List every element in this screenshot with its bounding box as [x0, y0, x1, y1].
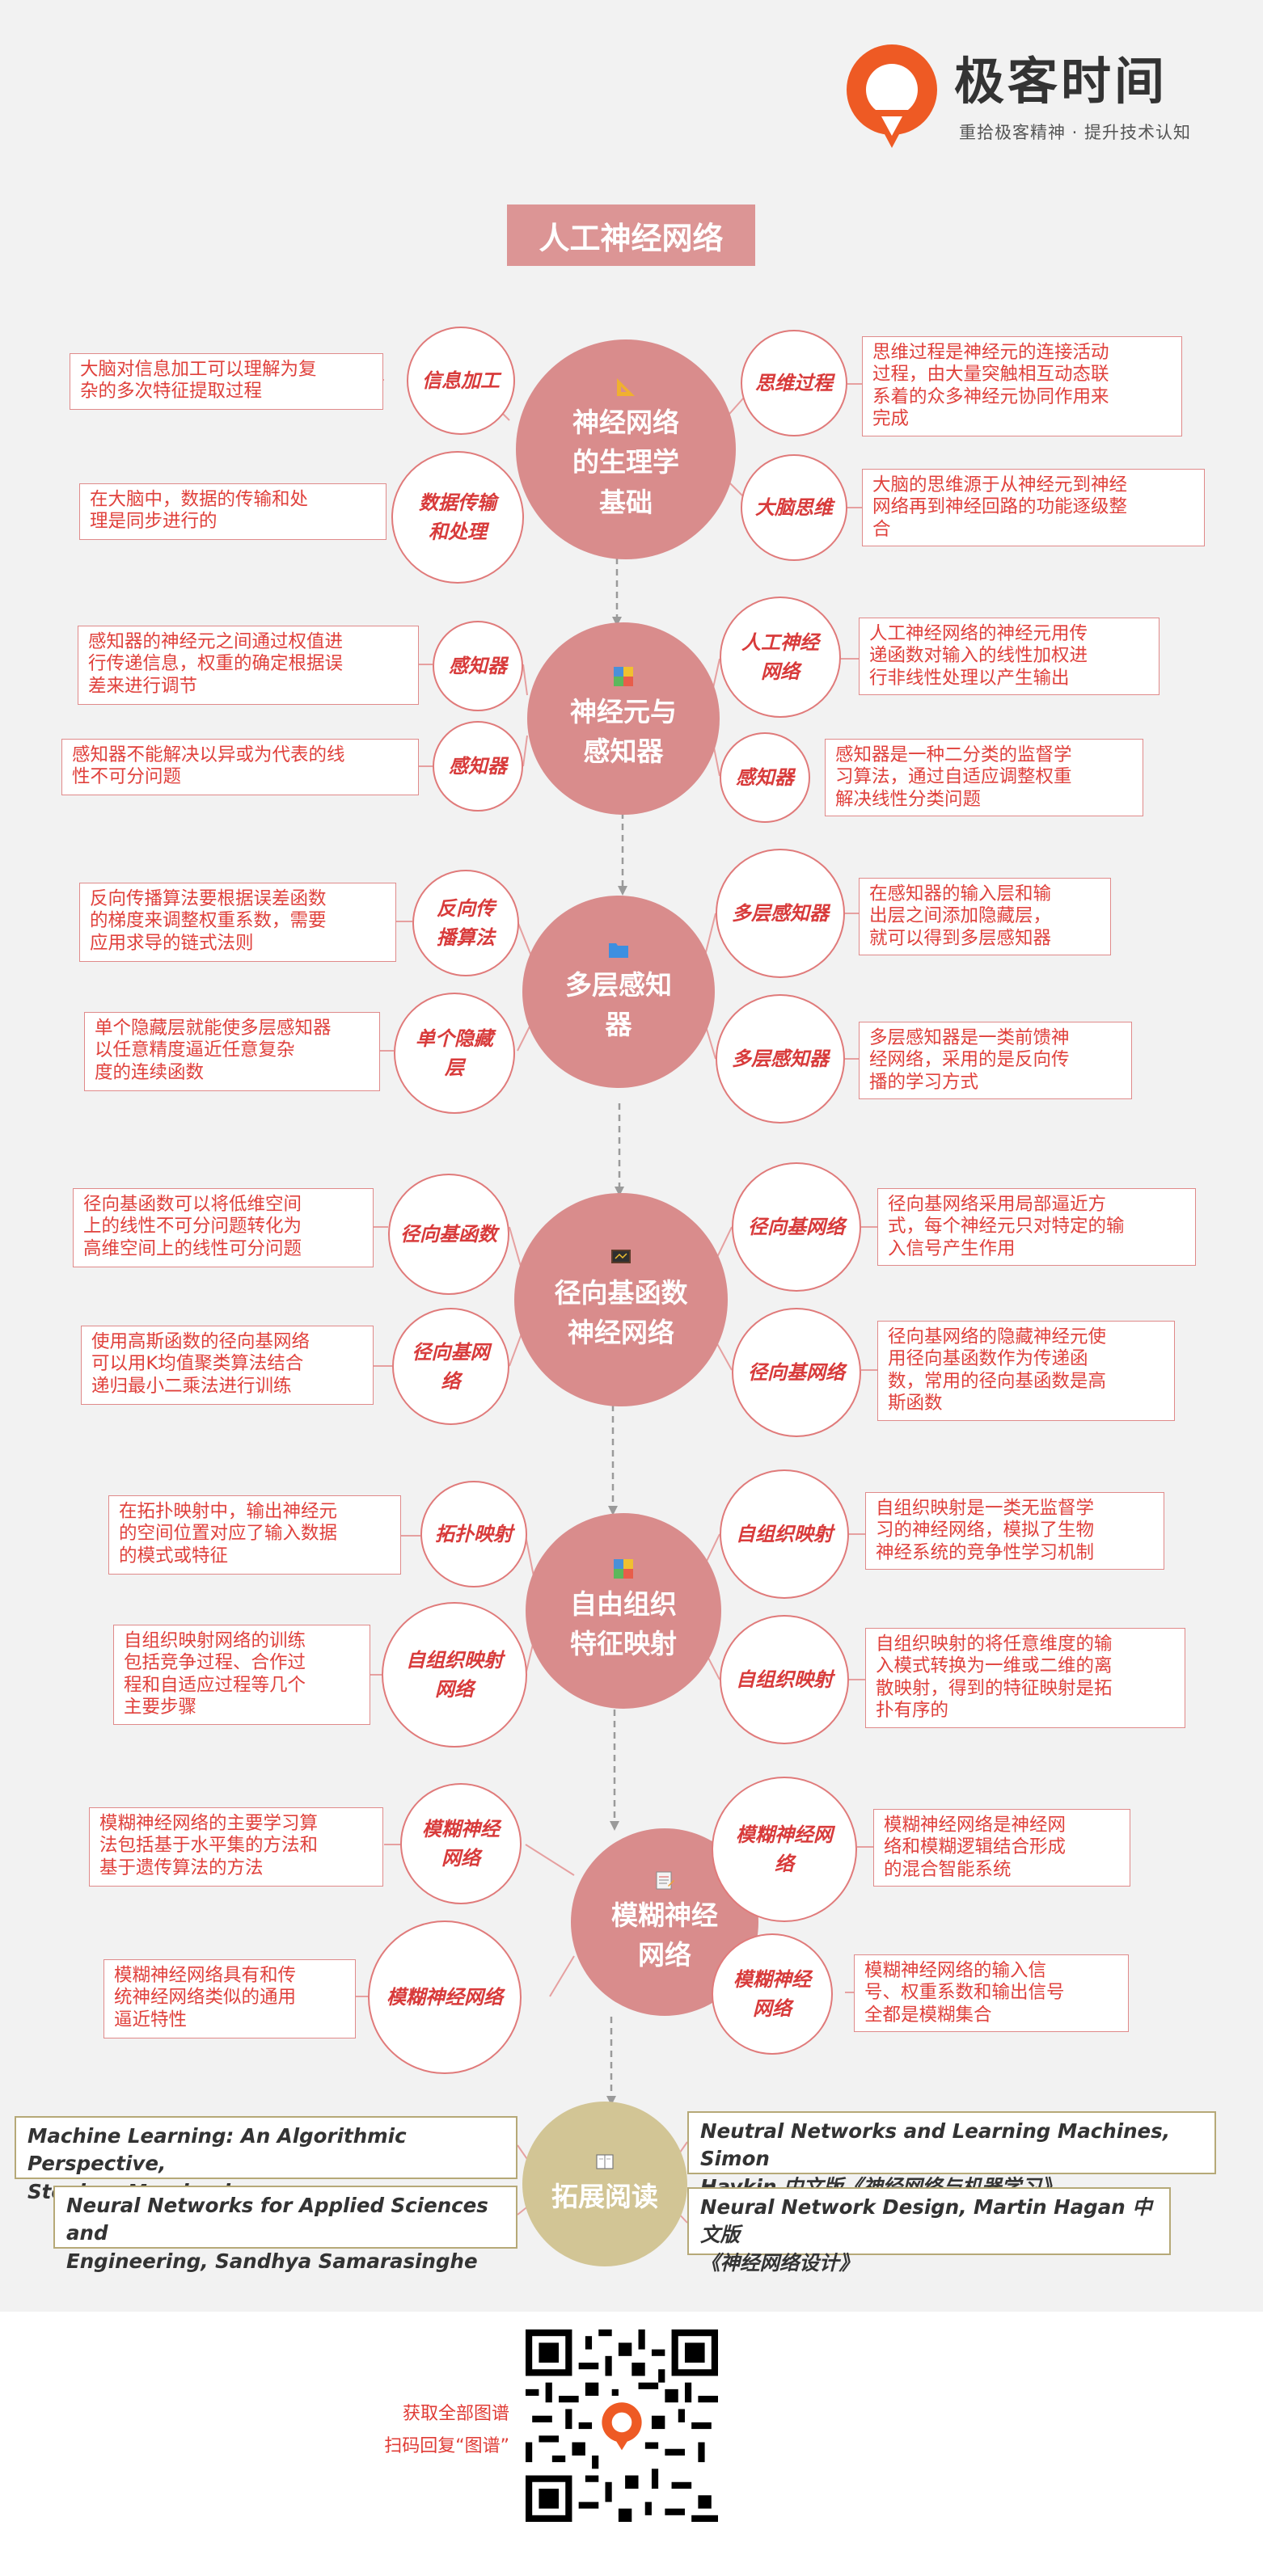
folder-icon [609, 942, 628, 958]
desc-som-training: 自组织映射网络的训练 包括竞争过程、合作过 程和自适应过程等几个 主要步骤 [113, 1625, 370, 1725]
node-rbf-hidden[interactable]: 径向基网络 [732, 1308, 861, 1437]
book-marsland[interactable]: Machine Learning: An Algorithmic Perspec… [15, 2116, 517, 2203]
desc-thinking-process: 思维过程是神经元的连接活动 过程，由大量突触相互动态联 系着的众多神经元协同作用… [862, 336, 1182, 436]
node-som-mapping[interactable]: 自组织映射 [720, 1615, 849, 1744]
node-mlp-hidden-layer[interactable]: 多层感知器 [716, 849, 845, 978]
book-samarasinghe[interactable]: Neural Networks for Applied Sciences and… [53, 2186, 517, 2273]
node-rbf-local[interactable]: 径向基网络 [732, 1162, 861, 1292]
desc-perceptron-xor: 感知器不能解决以异或为代表的线 性不可分问题 [61, 739, 419, 795]
hub-label: 拓展阅读 [551, 2181, 658, 2213]
node-som-training[interactable]: 自组织映射 网络 [382, 1602, 527, 1748]
desc-perceptron-binary: 感知器是一种二分类的监督学 习算法，通过自适应调整权重 解决线性分类问题 [825, 739, 1143, 816]
node-rbf-kmeans[interactable]: 径向基网 络 [392, 1308, 509, 1425]
node-label: 拓扑映射 [435, 1523, 513, 1545]
node-data-transfer[interactable]: 数据传输 和处理 [391, 451, 524, 584]
desc-single-hidden: 单个隐藏层就能使多层感知器 以任意精度逼近任意复杂 度的连续函数 [84, 1012, 380, 1091]
desc-information-processing: 大脑对信息加工可以理解为复 杂的多次特征提取过程 [70, 353, 383, 410]
footer-caption-2: 扫码回复“图谱” [384, 2436, 509, 2456]
node-backprop[interactable]: 反向传 播算法 [412, 870, 519, 976]
node-brain-thinking[interactable]: 大脑思维 [741, 454, 847, 561]
node-label: 感知器 [449, 755, 507, 778]
node-label: 思维过程 [755, 372, 833, 394]
blackboard-icon [611, 1249, 631, 1263]
hub-physiological-basis[interactable]: 神经网络 的生理学 基础 [516, 339, 736, 559]
node-topology-mapping[interactable]: 拓扑映射 [420, 1481, 527, 1587]
desc-backprop: 反向传播算法要根据误差函数 的梯度来调整权重系数，需要 应用求导的链式法则 [79, 883, 396, 962]
node-label: 多层感知器 [732, 1048, 829, 1070]
node-label: 感知器 [449, 655, 507, 677]
node-fuzzy-approximation[interactable]: 模糊神经网络 [368, 1920, 522, 2074]
hub-rbf[interactable]: 径向基函数 神经网络 [514, 1193, 728, 1406]
node-label: 模糊神经网 络 [736, 1823, 833, 1875]
node-perceptron-weights[interactable]: 感知器 [433, 621, 523, 711]
footer-caption-1: 获取全部图谱 [402, 2404, 509, 2424]
hub-label: 模糊神经 网络 [611, 1899, 718, 1971]
node-fuzzy-sets[interactable]: 模糊神经 网络 [712, 1933, 833, 2055]
node-label: 多层感知器 [732, 902, 829, 925]
node-label: 径向基网络 [748, 1361, 845, 1384]
node-label: 模糊神经 网络 [733, 1968, 811, 2020]
node-fuzzy-hybrid[interactable]: 模糊神经网 络 [712, 1777, 857, 1922]
node-label: 径向基函数 [400, 1223, 497, 1246]
book-haykin[interactable]: Neutral Networks and Learning Machines, … [687, 2111, 1216, 2199]
node-label: 模糊神经 网络 [422, 1818, 500, 1870]
hub-label: 神经元与 感知器 [570, 695, 677, 768]
hub-som[interactable]: 自由组织 特征映射 [526, 1513, 721, 1709]
book-hagan[interactable]: Neural Network Design, Martin Hagan 中文版 … [687, 2187, 1171, 2275]
notepad-icon [656, 1871, 674, 1889]
desc-fuzzy-approximation: 模糊神经网络具有和传 统神经网络类似的通用 逼近特性 [103, 1959, 356, 2038]
hub-label: 径向基函数 神经网络 [554, 1276, 688, 1349]
desc-rbf-function: 径向基函数可以将低维空间 上的线性不可分问题转化为 高维空间上的线性可分问题 [73, 1188, 374, 1267]
desc-brain-thinking: 大脑的思维源于从神经元到神经 网络再到神经回路的功能逐级整 合 [862, 469, 1205, 546]
desc-ann: 人工神经网络的神经元用传 递函数对输入的线性加权进 行非线性处理以产生输出 [859, 618, 1160, 695]
node-label: 信息加工 [422, 369, 500, 392]
desc-rbf-hidden: 径向基网络的隐藏神经元使 用径向基函数作为传递函 数，常用的径向基函数是高 斯函… [877, 1321, 1175, 1421]
triangle-ruler-icon [617, 377, 635, 396]
node-single-hidden[interactable]: 单个隐藏 层 [394, 993, 515, 1114]
desc-mlp-feedforward: 多层感知器是一类前馈神 经网络，采用的是反向传 播的学习方式 [859, 1022, 1132, 1099]
desc-rbf-kmeans: 使用高斯函数的径向基网络 可以用K均值聚类算法结合 递归最小二乘法进行训练 [81, 1326, 374, 1405]
node-label: 大脑思维 [755, 496, 833, 519]
hub-label: 多层感知 器 [565, 968, 672, 1041]
node-label: 模糊神经网络 [387, 1986, 503, 2009]
node-information-processing[interactable]: 信息加工 [407, 327, 515, 435]
node-label: 感知器 [736, 766, 794, 789]
node-label: 人工神经 网络 [741, 631, 819, 683]
node-label: 自组织映射 [736, 1668, 833, 1691]
color-blocks-icon [614, 666, 633, 686]
hub-label: 自由组织 特征映射 [570, 1587, 677, 1660]
desc-rbf-local: 径向基网络采用局部逼近方 式，每个神经元只对特定的输 入信号产生作用 [877, 1188, 1196, 1266]
hub-label: 神经网络 的生理学 基础 [572, 406, 679, 518]
desc-perceptron-weights: 感知器的神经元之间通过权值进 行传递信息，权重的确定根据误 差来进行调节 [78, 626, 419, 705]
desc-fuzzy-hybrid: 模糊神经网络是神经网 络和模糊逻辑结合形成 的混合智能系统 [873, 1809, 1130, 1887]
node-label: 径向基网络 [748, 1216, 845, 1238]
desc-topology-mapping: 在拓扑映射中，输出神经元 的空间位置对应了输入数据 的模式或特征 [108, 1495, 401, 1575]
node-label: 自组织映射 网络 [406, 1649, 503, 1701]
node-label: 自组织映射 [736, 1523, 833, 1545]
desc-som-mapping: 自组织映射的将任意维度的输 入模式转换为一维或二维的离 散映射，得到的特征映射是… [865, 1628, 1185, 1728]
book-icon [596, 2154, 614, 2169]
hub-extended-reading[interactable]: 拓展阅读 [522, 2102, 687, 2266]
node-perceptron-xor[interactable]: 感知器 [433, 721, 523, 812]
hub-neuron-perceptron[interactable]: 神经元与 感知器 [527, 622, 720, 815]
node-fuzzy-learning[interactable]: 模糊神经 网络 [400, 1783, 522, 1904]
hub-mlp[interactable]: 多层感知 器 [522, 896, 715, 1088]
node-label: 径向基网 络 [412, 1340, 490, 1393]
node-label: 单个隐藏 层 [416, 1027, 493, 1079]
desc-data-transfer: 在大脑中，数据的传输和处 理是同步进行的 [79, 483, 387, 540]
color-blocks-icon [614, 1558, 633, 1579]
node-thinking-process[interactable]: 思维过程 [741, 330, 847, 436]
node-perceptron-binary[interactable]: 感知器 [720, 732, 810, 823]
desc-mlp-hidden-layer: 在感知器的输入层和输 出层之间添加隐藏层， 就可以得到多层感知器 [859, 878, 1111, 955]
desc-som-unsupervised: 自组织映射是一类无监督学 习的神经网络，模拟了生物 神经系统的竞争性学习机制 [865, 1492, 1164, 1570]
node-mlp-feedforward[interactable]: 多层感知器 [716, 994, 845, 1124]
qr-code-icon[interactable] [526, 2329, 718, 2522]
node-rbf-function[interactable]: 径向基函数 [388, 1174, 509, 1295]
node-ann[interactable]: 人工神经 网络 [720, 597, 841, 718]
node-som-unsupervised[interactable]: 自组织映射 [720, 1469, 849, 1599]
desc-fuzzy-learning: 模糊神经网络的主要学习算 法包括基于水平集的方法和 基于遗传算法的方法 [89, 1807, 383, 1887]
desc-fuzzy-sets: 模糊神经网络的输入信 号、权重系数和输出信号 全都是模糊集合 [854, 1954, 1129, 2032]
node-label: 数据传输 和处理 [419, 491, 496, 543]
node-label: 反向传 播算法 [437, 897, 495, 949]
